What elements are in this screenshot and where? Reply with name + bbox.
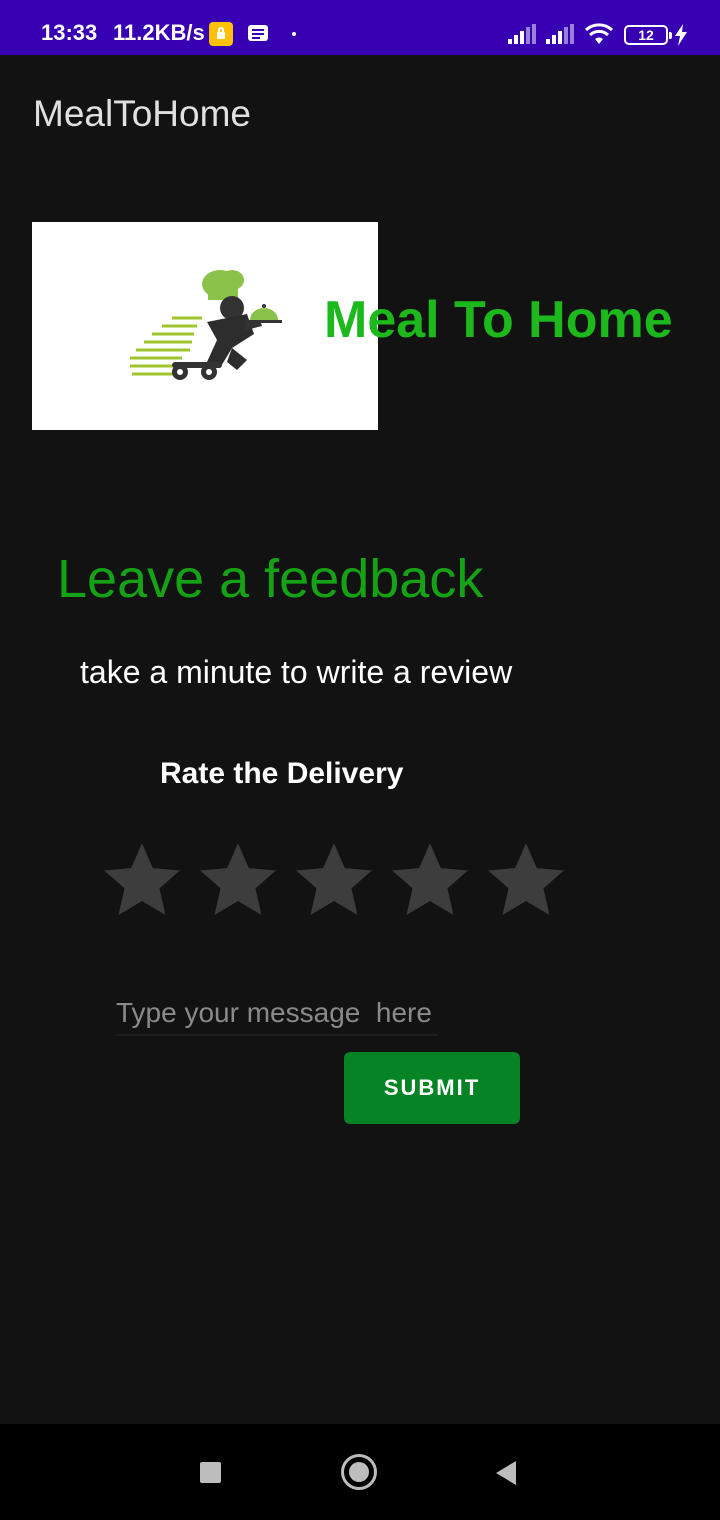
star-icon[interactable] — [100, 838, 184, 922]
battery-icon: 12 — [624, 25, 672, 45]
feedback-screen: 13:33 11.2KB/s 12 MealToHome Meal To Hom… — [0, 0, 720, 1520]
brand-name: Meal To Home — [324, 291, 673, 349]
signal-2-icon — [546, 24, 574, 44]
message-input[interactable] — [116, 992, 438, 1036]
feedback-subtitle: take a minute to write a review — [80, 654, 513, 690]
home-icon[interactable] — [341, 1454, 377, 1490]
recent-apps-icon[interactable] — [200, 1462, 221, 1483]
rating-bar[interactable] — [100, 838, 568, 922]
wifi-icon — [584, 23, 614, 44]
star-icon[interactable] — [196, 838, 280, 922]
star-icon[interactable] — [292, 838, 376, 922]
notification-dot-icon — [292, 32, 296, 36]
back-icon[interactable] — [494, 1460, 518, 1486]
lock-notification-icon — [209, 22, 233, 46]
feedback-heading: Leave a feedback — [57, 549, 484, 609]
signal-1-icon — [508, 24, 536, 44]
rate-delivery-label: Rate the Delivery — [160, 757, 404, 790]
status-network-speed: 11.2KB/s — [113, 20, 205, 45]
app-title: MealToHome — [33, 93, 251, 134]
star-icon[interactable] — [388, 838, 472, 922]
status-bar: 13:33 11.2KB/s 12 — [0, 0, 720, 55]
status-time: 13:33 — [41, 20, 98, 45]
charging-icon — [675, 24, 687, 46]
submit-button[interactable]: SUBMIT — [344, 1052, 520, 1124]
message-notification-icon — [248, 25, 268, 41]
navigation-bar — [0, 1424, 720, 1520]
star-icon[interactable] — [484, 838, 568, 922]
